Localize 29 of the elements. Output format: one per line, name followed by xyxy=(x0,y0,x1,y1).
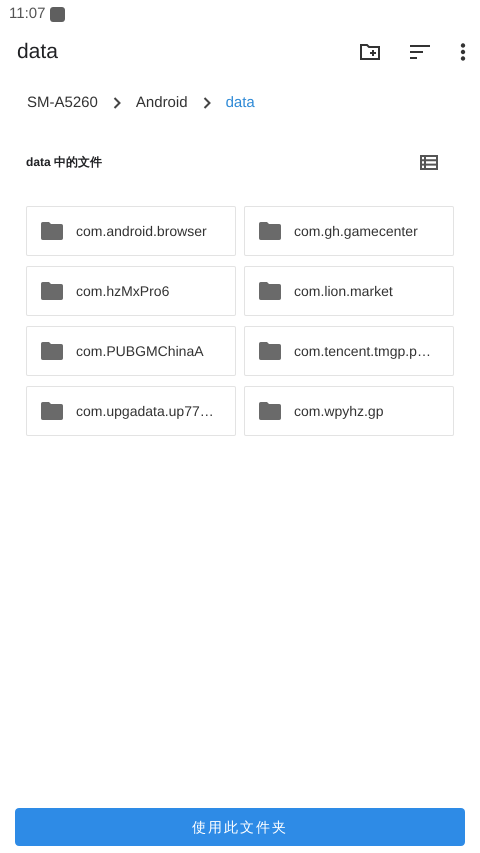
toolbar-title: data xyxy=(17,39,59,66)
folder-item[interactable]: com.tencent.tmgp.p… xyxy=(244,326,454,376)
use-folder-button[interactable]: 使用此文件夹 xyxy=(15,808,465,846)
sort-icon[interactable] xyxy=(409,44,431,60)
breadcrumb-item[interactable]: data xyxy=(224,92,256,114)
folder-item[interactable]: com.upgadata.up77… xyxy=(26,386,236,436)
folder-icon xyxy=(41,402,63,420)
list-view-icon[interactable] xyxy=(420,154,438,170)
breadcrumb-item[interactable]: Android xyxy=(134,92,189,114)
breadcrumb-item[interactable]: SM-A5260 xyxy=(26,92,99,114)
notification-icon xyxy=(50,6,66,22)
more-icon[interactable] xyxy=(460,43,466,61)
folder-item[interactable]: com.android.browser xyxy=(26,206,236,256)
section-title: data 中的文件 xyxy=(26,154,104,171)
folder-icon xyxy=(41,282,63,300)
chevron-icon xyxy=(112,97,121,109)
folder-icon xyxy=(259,402,281,420)
status-time: 11:07 xyxy=(9,4,46,24)
folder-item[interactable]: com.gh.gamecenter xyxy=(244,206,454,256)
folder-item[interactable]: com.wpyhz.gp xyxy=(244,386,454,436)
folder-item[interactable]: com.lion.market xyxy=(244,266,454,316)
folder-icon xyxy=(41,222,63,240)
folder-icon xyxy=(259,342,281,360)
folder-icon xyxy=(259,282,281,300)
folder-item[interactable]: com.PUBGMChinaA xyxy=(26,326,236,376)
chevron-icon xyxy=(202,97,211,109)
folder-icon xyxy=(41,342,63,360)
folder-icon xyxy=(259,222,281,240)
folder-item[interactable]: com.hzMxPro6 xyxy=(26,266,236,316)
